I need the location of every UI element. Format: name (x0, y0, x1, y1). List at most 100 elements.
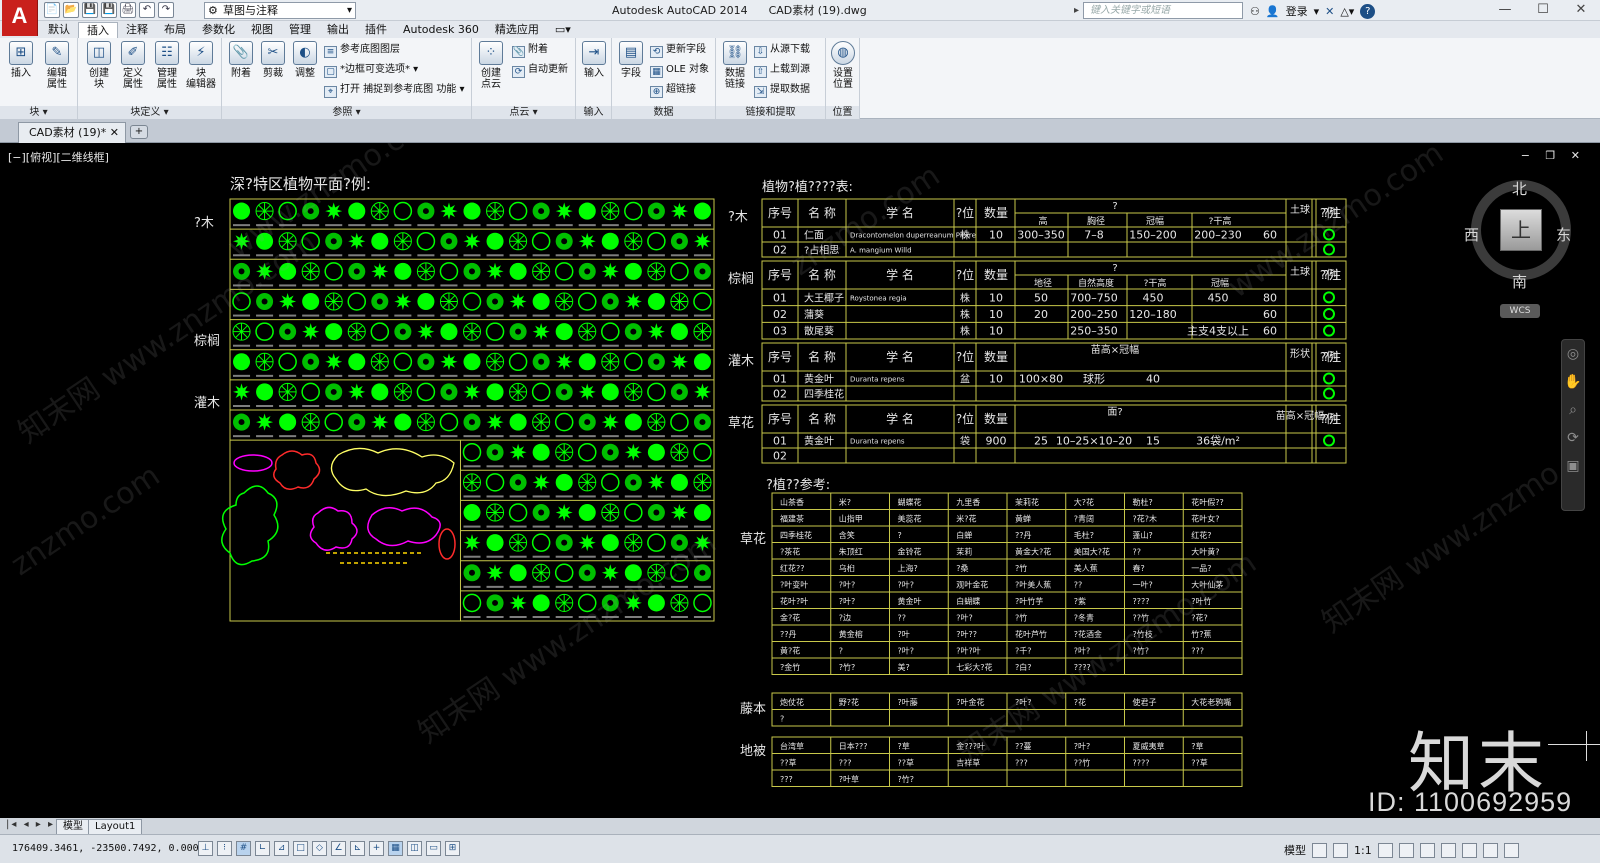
viewcube-north[interactable]: 北 (1512, 178, 1527, 199)
user-icon[interactable]: 👤 (1266, 5, 1280, 18)
lineweight-icon[interactable]: ▦ (388, 841, 403, 856)
manage-attribute-button[interactable]: ☷ 管理 属性 (152, 41, 182, 90)
close-button[interactable]: ✕ (1562, 0, 1600, 21)
close-tab-icon[interactable]: ✕ (110, 123, 119, 142)
snap-mode-icon[interactable]: ⁝ (217, 841, 232, 856)
tab-model[interactable]: 模型 (56, 819, 90, 835)
edit-attribute-button[interactable]: ✎ 编辑 属性 (42, 41, 72, 90)
viewcube-west[interactable]: 西 (1464, 224, 1479, 245)
point-cloud-attach-button[interactable]: 📎 附着 (512, 44, 548, 58)
otrack-icon[interactable]: ∠ (331, 841, 346, 856)
layout-nav-arrows[interactable]: |◂ ◂ ▸ ▸| (6, 819, 60, 830)
tab-parametric[interactable]: 参数化 (194, 22, 243, 38)
redo-icon[interactable]: ↷ (158, 2, 174, 18)
block-editor-button[interactable]: ⚡ 块 编辑器 (186, 41, 216, 90)
workspace-switch-icon[interactable] (1419, 842, 1435, 858)
extract-data-button[interactable]: ⇲ 提取数据 (754, 84, 810, 98)
open-file-icon[interactable]: 📂 (63, 2, 79, 18)
quick-view-layouts-icon[interactable] (1312, 842, 1327, 858)
new-file-icon[interactable]: 📄 (44, 2, 60, 18)
annotation-scale[interactable]: 1:1 (1354, 844, 1372, 857)
infer-constraints-icon[interactable]: ⊥ (198, 841, 213, 856)
attach-button[interactable]: 📎 附着 (226, 41, 256, 79)
orbit-icon[interactable]: ⟳ (1562, 424, 1584, 452)
grid-icon[interactable]: # (236, 841, 251, 856)
panel-title-reference[interactable]: 参照 ▾ (222, 106, 471, 119)
workspace-select[interactable]: ⚙ 草图与注释 (204, 2, 356, 19)
cad-drawing[interactable]: 深?特区植物平面?例:?木棕榈灌木植物?植????表:?木 序号名 称学 名 ?位数… (0, 143, 1600, 818)
set-location-button[interactable]: ◍ 设置 位置 (828, 41, 858, 90)
auto-scale-icon[interactable] (1398, 842, 1414, 858)
tab-insert[interactable]: 插入 (78, 22, 118, 38)
ducs-icon[interactable]: ⊾ (350, 841, 365, 856)
download-source-button[interactable]: ⇩ 从源下载 (754, 44, 810, 58)
hyperlink-button[interactable]: ⊕ 超链接 (650, 84, 696, 98)
zoom-icon[interactable]: ⌕ (1562, 396, 1584, 424)
wcs-menu[interactable]: WCS (1500, 304, 1540, 318)
binoculars-icon[interactable]: ⚇ (1250, 5, 1260, 18)
triangle-icon[interactable]: △▾ (1340, 5, 1354, 18)
quick-view-drawings-icon[interactable] (1333, 842, 1348, 858)
create-point-cloud-button[interactable]: ⁘ 创建 点云 (476, 41, 506, 90)
underlay-layers-button[interactable]: ≡ 参考底图图层 (324, 44, 400, 58)
panel-title-block[interactable]: 块 ▾ (0, 106, 77, 119)
viewcube-east[interactable]: 东 (1556, 224, 1571, 245)
ortho-icon[interactable]: ∟ (255, 841, 270, 856)
annotation-visibility-icon[interactable] (1377, 842, 1393, 858)
ole-object-button[interactable]: ▦ OLE 对象 (650, 64, 709, 78)
auto-update-button[interactable]: ⟳ 自动更新 (512, 64, 568, 78)
viewcube-south[interactable]: 南 (1512, 271, 1527, 292)
tab-manage[interactable]: 管理 (281, 22, 319, 38)
help-icon[interactable]: ? (1360, 3, 1376, 19)
transparency-icon[interactable]: ◫ (407, 841, 422, 856)
dyn-icon[interactable]: + (369, 841, 384, 856)
clip-button[interactable]: ✂ 剪裁 (258, 41, 288, 79)
tab-layout[interactable]: 布局 (156, 22, 194, 38)
insert-button[interactable]: ⊞ 插入 (6, 41, 36, 79)
data-link-button[interactable]: ⛓ 数据 链接 (720, 41, 750, 90)
upload-source-button[interactable]: ⇧ 上载到源 (754, 64, 810, 78)
exchange-icon[interactable]: ✕ (1325, 5, 1334, 18)
snap-underlay-dropdown[interactable]: ⌖ 打开 捕捉到参考底图 功能 ▾ (324, 84, 465, 98)
showmotion-icon[interactable]: ▣ (1562, 452, 1584, 480)
minimize-button[interactable]: — (1486, 0, 1524, 21)
tab-minimize-ribbon[interactable]: ▭▾ (547, 22, 579, 38)
isolate-objects-icon[interactable] (1482, 842, 1498, 858)
drawing-canvas[interactable]: 深?特区植物平面?例: ?木 棕榈 灌木 植物?植????表: ?木 序号名 称学 名 ?位数… (0, 143, 1600, 818)
create-block-button[interactable]: ◫ 创建 块 (84, 41, 114, 90)
pan-icon[interactable]: ✋ (1562, 368, 1584, 396)
tab-annotate[interactable]: 注释 (118, 22, 156, 38)
polar-icon[interactable]: ⊿ (274, 841, 289, 856)
selection-cycling-icon[interactable]: ⊞ (445, 841, 460, 856)
tab-default[interactable]: 默认 (40, 22, 78, 38)
frame-variable-dropdown[interactable]: ▢ *边框可变选项* ▾ (324, 64, 418, 78)
osnap-icon[interactable]: □ (293, 841, 308, 856)
coordinate-readout[interactable]: 176409.3461, -23500.7492, 0.0000 (12, 843, 205, 854)
document-tab[interactable]: CAD素材 (19)* ✕ (18, 122, 126, 143)
field-button[interactable]: ▤ 字段 (616, 41, 646, 79)
save-as-icon[interactable]: 💾 (101, 2, 117, 18)
tab-plugins[interactable]: 插件 (357, 22, 395, 38)
steering-wheel-icon[interactable]: ◎ (1562, 340, 1584, 368)
login-link[interactable]: 登录 (1286, 3, 1308, 19)
save-icon[interactable]: 💾 (82, 2, 98, 18)
import-button[interactable]: ⇥ 输入 (579, 41, 609, 79)
viewport-controls[interactable]: − ❐ ✕ (1521, 149, 1586, 162)
tab-view[interactable]: 视图 (243, 22, 281, 38)
new-tab-button[interactable]: + (130, 125, 148, 139)
panel-title-point-cloud[interactable]: 点云 ▾ (472, 106, 575, 119)
plot-icon[interactable]: 🖨 (120, 2, 136, 18)
adjust-button[interactable]: ◐ 调整 (290, 41, 320, 79)
tab-autodesk-360[interactable]: Autodesk 360 (395, 22, 487, 38)
undo-icon[interactable]: ↶ (139, 2, 155, 18)
tab-featured-apps[interactable]: 精选应用 (487, 22, 547, 38)
define-attribute-button[interactable]: ✐ 定义 属性 (118, 41, 148, 90)
tab-layout1[interactable]: Layout1 (88, 819, 143, 835)
hardware-accel-icon[interactable] (1461, 842, 1477, 858)
search-input[interactable]: 键入关键字或短语 (1074, 2, 1243, 19)
quick-props-icon[interactable]: ▭ (426, 841, 441, 856)
update-fields-button[interactable]: ⟲ 更新字段 (650, 44, 706, 58)
clean-screen-icon[interactable] (1503, 842, 1519, 858)
maximize-button[interactable]: ☐ (1524, 0, 1562, 21)
3d-osnap-icon[interactable]: ◇ (312, 841, 327, 856)
